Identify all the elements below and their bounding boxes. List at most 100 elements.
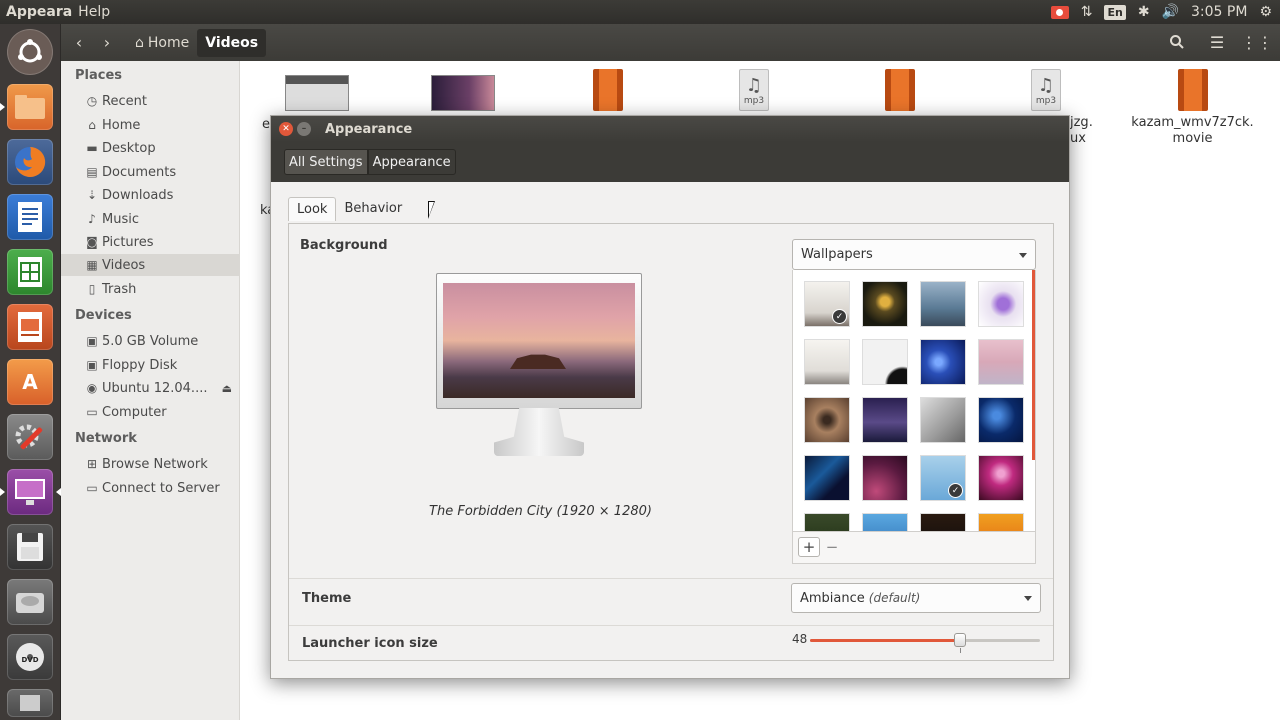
wallpaper-thumb[interactable] [920,513,966,531]
wallpaper-thumb[interactable] [920,339,966,385]
wallpaper-thumb[interactable] [978,513,1024,531]
slider-handle[interactable] [953,633,966,647]
keyboard-layout-indicator[interactable]: En [1104,4,1126,20]
breadcrumb-home[interactable]: ⌂ Home [127,29,197,57]
search-icon[interactable] [1162,28,1192,56]
wallpaper-thumb[interactable] [862,513,908,531]
sidebar-item-downloads[interactable]: ⇣ Downloads [61,184,240,206]
writer-icon[interactable] [7,194,53,240]
sidebar-item-floppy[interactable]: ▣ Floppy Disk [61,354,240,376]
menu-icon[interactable]: ☰ [1202,28,1232,56]
wallpaper-thumb[interactable] [978,281,1024,327]
sidebar-item-label: Pictures [102,234,154,250]
file-item[interactable] [431,75,495,111]
clock[interactable]: 3:05 PM [1191,4,1247,20]
dash-home-icon[interactable] [7,29,53,75]
devices-heading: Devices [75,308,132,323]
wallpaper-thumb[interactable]: ✓ [804,281,850,327]
wallpaper-thumb[interactable] [978,397,1024,443]
close-icon[interactable]: ✕ [279,122,293,136]
launcher-size-slider[interactable] [810,633,1040,653]
calc-icon[interactable] [7,249,53,295]
tab-behavior[interactable]: Behavior [336,197,410,221]
sidebar-item-desktop[interactable]: ▬ Desktop [61,137,240,159]
app-menu-title[interactable]: Appeara [6,4,72,20]
files-app-icon[interactable] [0,84,53,130]
appearance-crumb[interactable]: Appearance [367,149,456,175]
video-file-item[interactable]: kazam_wmv7z7ck. movie [1130,69,1255,147]
breadcrumb-videos[interactable]: Videos [197,28,267,57]
wallpaper-thumb[interactable]: ✓ [920,455,966,501]
music-icon: ♪ [88,212,96,226]
all-settings-button[interactable]: All Settings [284,149,368,175]
wallpaper-thumb[interactable] [862,281,908,327]
svg-text:DVD: DVD [21,656,38,664]
wallpaper-thumb[interactable] [804,397,850,443]
server-icon: ▭ [86,481,98,495]
add-wallpaper-button[interactable]: + [798,537,820,557]
minimize-icon[interactable]: – [297,122,311,136]
network-icon: ⊞ [86,457,98,471]
slider-tick [960,648,961,653]
help-menu[interactable]: Help [78,4,110,20]
drive-icon[interactable] [7,579,53,625]
sidebar-item-videos[interactable]: ▦ Videos [61,254,240,276]
floppy-icon[interactable] [7,524,53,570]
wallpaper-thumb[interactable] [804,455,850,501]
drive-icon: ▣ [86,334,98,348]
mp3-file-icon[interactable]: ♫ mp3 [739,69,769,111]
wallpaper-thumb[interactable] [920,397,966,443]
wallpaper-thumb[interactable] [804,513,850,531]
bluetooth-icon[interactable]: ✱ [1138,4,1150,20]
sidebar-item-pictures[interactable]: ◙ Pictures [61,231,240,253]
theme-select[interactable]: Ambiance (default) [791,583,1041,613]
more-icon[interactable]: ⋮⋮ [1241,28,1273,56]
sidebar-item-documents[interactable]: ▤ Documents [61,161,240,183]
eject-icon[interactable]: ⏏ [222,382,232,395]
back-button[interactable]: ‹ [65,29,93,57]
wallpaper-thumb[interactable] [804,339,850,385]
impress-icon[interactable] [7,304,53,350]
wallpaper-thumb[interactable] [862,455,908,501]
trash-launcher-icon[interactable] [7,689,53,717]
mp3-file-icon[interactable]: ♫ mp3 [1031,69,1061,111]
sidebar-item-ubuntu-disc[interactable]: ◉ Ubuntu 12.04.... ⏏ [61,377,240,399]
file-thumbnail [431,75,495,111]
chevron-down-icon [1024,596,1032,601]
wallpaper-thumb[interactable] [862,397,908,443]
sidebar-item-volume[interactable]: ▣ 5.0 GB Volume [61,330,240,352]
recording-icon[interactable] [1050,5,1069,19]
wallpaper-thumb[interactable] [978,339,1024,385]
firefox-icon[interactable] [7,139,53,185]
sidebar-item-computer[interactable]: ▭ Computer [61,401,240,423]
video-file-icon[interactable] [885,69,915,111]
sidebar-item-music[interactable]: ♪ Music [61,208,240,230]
sidebar-item-browse-network[interactable]: ⊞ Browse Network [61,453,240,475]
software-center-icon[interactable]: A [7,359,53,405]
video-file-icon[interactable] [593,69,623,111]
wallpaper-thumb[interactable] [978,455,1024,501]
sidebar-item-recent[interactable]: ◷ Recent [61,90,240,112]
wallpaper-scrollbar[interactable] [1032,270,1035,460]
sidebar-item-home[interactable]: ⌂ Home [61,114,240,136]
sidebar-item-trash[interactable]: ▯ Trash [61,278,240,300]
tab-look[interactable]: Look [288,197,337,221]
dvd-icon[interactable]: DVD [7,634,53,680]
wallpaper-thumb[interactable] [920,281,966,327]
wallpaper-thumb[interactable] [862,339,908,385]
wallpaper-source-select[interactable]: Wallpapers [792,239,1036,270]
sidebar-item-connect-server[interactable]: ▭ Connect to Server [61,477,240,499]
theme-label: Theme [302,591,352,606]
gear-icon[interactable]: ⚙ [1259,4,1272,20]
remove-wallpaper-button[interactable]: − [821,537,843,557]
volume-icon[interactable]: 🔊 [1162,4,1179,20]
forward-button[interactable]: › [93,29,121,57]
file-label-line: ux [1070,131,1086,146]
file-label-line: movie [1172,131,1213,146]
system-settings-icon[interactable] [7,414,53,460]
appearance-app-icon[interactable] [0,469,61,515]
sidebar-item-label: Videos [102,257,146,273]
file-item[interactable] [285,75,349,111]
sidebar-item-label: Trash [102,281,137,297]
transfer-arrows-icon[interactable]: ⇅ [1081,4,1093,20]
